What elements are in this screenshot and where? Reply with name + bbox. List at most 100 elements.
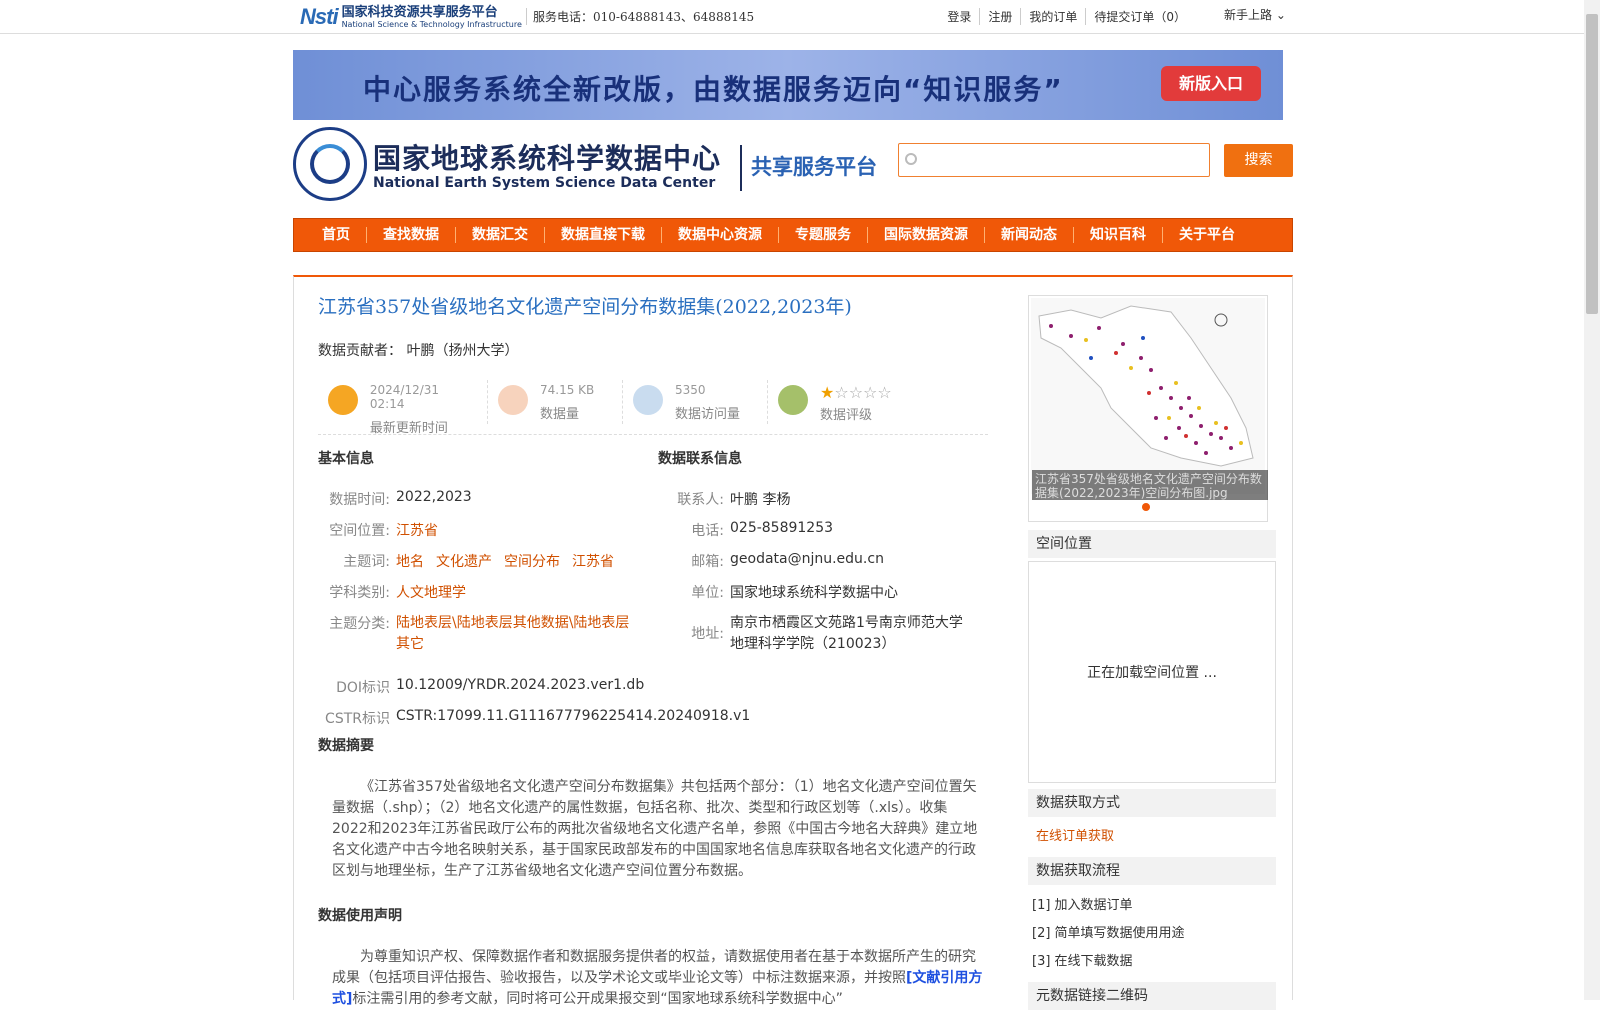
flow-step: [2] 简单填写数据使用用途 (1032, 926, 1185, 941)
logo-name-en: National Earth System Science Data Cente… (373, 175, 716, 191)
abstract-text: 《江苏省357处省级地名文化遗产空间分布数据集》共包括两个部分：（1）地名文化遗… (332, 779, 978, 879)
doi-value: 10.12009/YRDR.2024.2023.ver1.db (396, 677, 645, 693)
nav-find-data[interactable]: 查找数据 (367, 227, 456, 243)
discipline-row: 学科类别: 人文地理学 (318, 582, 466, 602)
announcement-banner: 中心服务系统全新改版，由数据服务迈向“知识服务” 新版入口 (293, 50, 1283, 120)
map-loading-text: 正在加载空间位置 ... (1087, 665, 1217, 681)
nav-direct-download[interactable]: 数据直接下载 (545, 227, 662, 243)
pending-orders-link[interactable]: 待提交订单（0） (1086, 8, 1194, 25)
logo-platform: 共享服务平台 (751, 155, 877, 179)
keyword-link[interactable]: 地名 (396, 554, 424, 570)
rating-stars-icon[interactable]: ★☆☆☆☆ (820, 383, 892, 402)
stat-updated: 2024/12/31 02:14 最新更新时间 (318, 380, 488, 436)
logo-name-cn: 国家地球系统科学数据中心 (373, 142, 722, 175)
nav-about[interactable]: 关于平台 (1163, 227, 1251, 243)
search-button[interactable]: 搜索 (1224, 144, 1293, 177)
field-label: 学科类别: (329, 585, 390, 601)
discipline-link[interactable]: 人文地理学 (396, 582, 466, 602)
field-value: 叶鹏 李杨 (730, 492, 791, 508)
category-link[interactable]: 陆地表层\陆地表层其他数据\陆地表层 (396, 615, 629, 631)
nav-home[interactable]: 首页 (306, 227, 367, 243)
cstr-value: CSTR:17099.11.G111677796225414.20240918.… (396, 708, 751, 724)
abstract-heading: 数据摘要 (318, 738, 374, 754)
stat-size: 74.15 KB 数据量 (488, 380, 623, 424)
field-label: CSTR标识 (325, 711, 390, 727)
user-links: 登录 注册 我的订单 待提交订单（0） (939, 8, 1194, 25)
field-label: 主题分类: (329, 616, 390, 632)
spatial-map-panel[interactable]: 正在加载空间位置 ... (1028, 561, 1276, 783)
nsti-logo-mark: Nsti (300, 4, 339, 29)
nav-international-data[interactable]: 国际数据资源 (868, 227, 985, 243)
category-link-tail[interactable]: 其它 (396, 636, 424, 652)
contact-email-row: 邮箱: geodata@njnu.edu.cn (652, 551, 884, 571)
field-label: 电话: (691, 523, 724, 539)
contact-unit-row: 单位: 国家地球系统科学数据中心 (652, 582, 898, 602)
my-orders-link[interactable]: 我的订单 (1021, 8, 1087, 25)
space-link[interactable]: 江苏省 (396, 520, 438, 540)
usage-text-tail: 标注需引用的参考文献，同时将可公开成果报交到“国家地球系统科学数据中心” (352, 991, 843, 1007)
keyword-link[interactable]: 空间分布 (504, 554, 560, 570)
image-caption: 江苏省357处省级地名文化遗产空间分布数据集(2022,2023年)空间分布图.… (1032, 470, 1268, 500)
stat-value: 74.15 KB (540, 383, 595, 397)
logo-divider (740, 145, 742, 191)
usage-statement: 为尊重知识产权、保障数据作者和数据服务提供者的权益，请数据使用者在基于本数据所产… (332, 947, 987, 1010)
dataset-title: 江苏省357处省级地名文化遗产空间分布数据集(2022,2023年) (318, 296, 852, 318)
nav-data-submit[interactable]: 数据汇交 (456, 227, 545, 243)
scrollbar-thumb[interactable] (1586, 14, 1598, 314)
newbie-guide-dropdown[interactable]: 新手上路 ⌄ (1224, 6, 1286, 23)
preview-image-carousel[interactable]: 江苏省357处省级地名文化遗产空间分布数据集(2022,2023年)空间分布图.… (1028, 295, 1268, 522)
new-version-button[interactable]: 新版入口 (1161, 66, 1261, 101)
qr-code-heading: 元数据链接二维码 (1028, 982, 1276, 1010)
online-order-link[interactable]: 在线订单获取 (1036, 825, 1114, 844)
doi-row: DOI标识 10.12009/YRDR.2024.2023.ver1.db (318, 677, 644, 697)
contact-address-row: 地址: 南京市栖霞区文苑路1号南京师范大学 地理科学学院（210023） (652, 613, 963, 655)
register-link[interactable]: 注册 (980, 8, 1022, 25)
stat-value: 5350 (675, 383, 706, 397)
contributor-name: 叶鹏（扬州大学） (406, 343, 519, 359)
center-seal-icon (293, 127, 367, 201)
nav-topic-services[interactable]: 专题服务 (779, 227, 868, 243)
dataset-stats: 2024/12/31 02:14 最新更新时间 74.15 KB 数据量 5350 数… (318, 380, 988, 436)
carousel-dot[interactable] (1142, 503, 1150, 511)
field-value: 2022,2023 (396, 489, 472, 505)
page-scrollbar[interactable] (1584, 0, 1600, 1000)
address-line2: 地理科学学院（210023） (730, 636, 896, 652)
stat-label: 数据量 (540, 407, 580, 422)
keyword-link[interactable]: 江苏省 (572, 554, 614, 570)
stat-visits: 5350 数据访问量 (623, 380, 768, 424)
field-value: 025-85891253 (730, 520, 834, 536)
nav-knowledge[interactable]: 知识百科 (1074, 227, 1163, 243)
keyword-link[interactable]: 文化遗产 (436, 554, 492, 570)
database-icon (498, 385, 528, 415)
nav-news[interactable]: 新闻动态 (985, 227, 1074, 243)
category-row: 主题分类: 陆地表层\陆地表层其他数据\陆地表层 其它 (318, 613, 641, 655)
space-row: 空间位置: 江苏省 (318, 520, 438, 540)
stat-label: 最新更新时间 (369, 421, 448, 436)
usage-text: 为尊重知识产权、保障数据作者和数据服务提供者的权益，请数据使用者在基于本数据所产… (332, 949, 976, 986)
stat-label: 数据访问量 (675, 407, 741, 422)
flow-step: [1] 加入数据订单 (1032, 898, 1133, 913)
stat-value: 2024/12/31 02:14 (369, 383, 440, 411)
top-bar: Nsti 国家科技资源共享服务平台 National Science & Tec… (0, 0, 1584, 34)
nsti-logo-text: 国家科技资源共享服务平台 National Science & Technolo… (342, 6, 522, 29)
contact-tel-row: 电话: 025-85891253 (652, 520, 833, 540)
search-icon (905, 153, 917, 165)
basic-info-heading: 基本信息 (318, 451, 374, 467)
field-label: 主题词: (343, 554, 390, 570)
nsti-logo[interactable]: Nsti 国家科技资源共享服务平台 National Science & Tec… (300, 4, 522, 30)
field-label: 单位: (691, 585, 724, 601)
access-method-heading: 数据获取方式 (1028, 789, 1276, 817)
access-flow-heading: 数据获取流程 (1028, 857, 1276, 885)
stat-rating: ★☆☆☆☆ 数据评级 (768, 380, 938, 424)
field-label: 数据时间: (329, 492, 390, 508)
site-logo[interactable]: 国家地球系统科学数据中心 National Earth System Scien… (293, 127, 883, 202)
service-phone: 服务电话：010-64888143、64888145 (526, 8, 754, 25)
search-input[interactable] (898, 143, 1210, 177)
nav-center-resources[interactable]: 数据中心资源 (662, 227, 779, 243)
data-time-row: 数据时间: 2022,2023 (318, 489, 472, 509)
keywords-row: 主题词: 地名 文化遗产 空间分布 江苏省 (318, 551, 626, 571)
star-badge-icon (778, 385, 808, 415)
login-link[interactable]: 登录 (939, 8, 981, 25)
distribution-map-image[interactable]: 江苏省357处省级地名文化遗产空间分布数据集(2022,2023年)空间分布图.… (1031, 298, 1268, 500)
address-line1: 南京市栖霞区文苑路1号南京师范大学 (730, 615, 963, 631)
